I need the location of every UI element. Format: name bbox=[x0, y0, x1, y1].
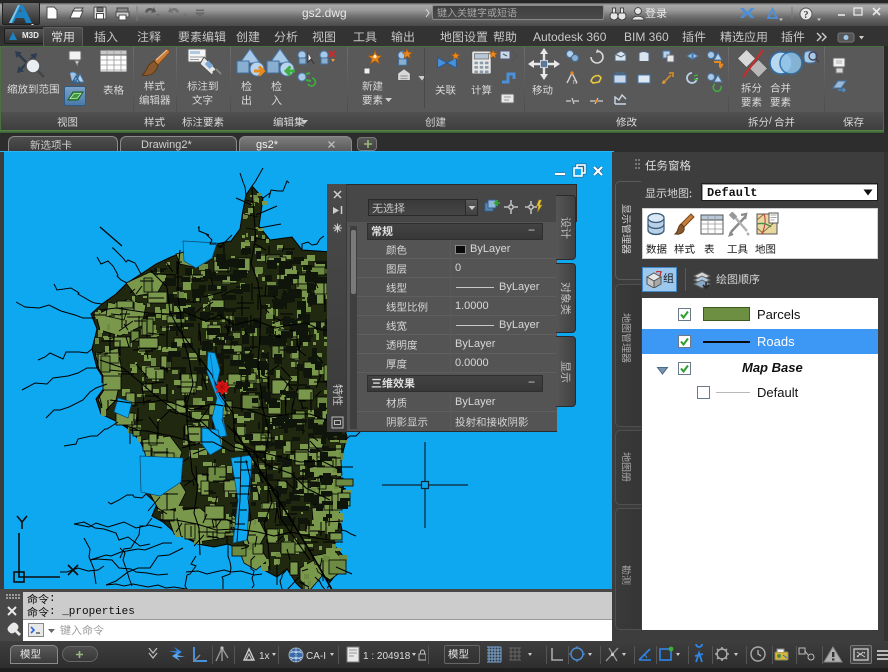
svg-text:?: ? bbox=[804, 10, 809, 21]
svg-text:CA-I: CA-I bbox=[306, 651, 326, 662]
svg-text:1x: 1x bbox=[259, 651, 270, 662]
svg-text:1 : 204918: 1 : 204918 bbox=[363, 651, 411, 662]
svg-text:n: n bbox=[573, 79, 577, 86]
